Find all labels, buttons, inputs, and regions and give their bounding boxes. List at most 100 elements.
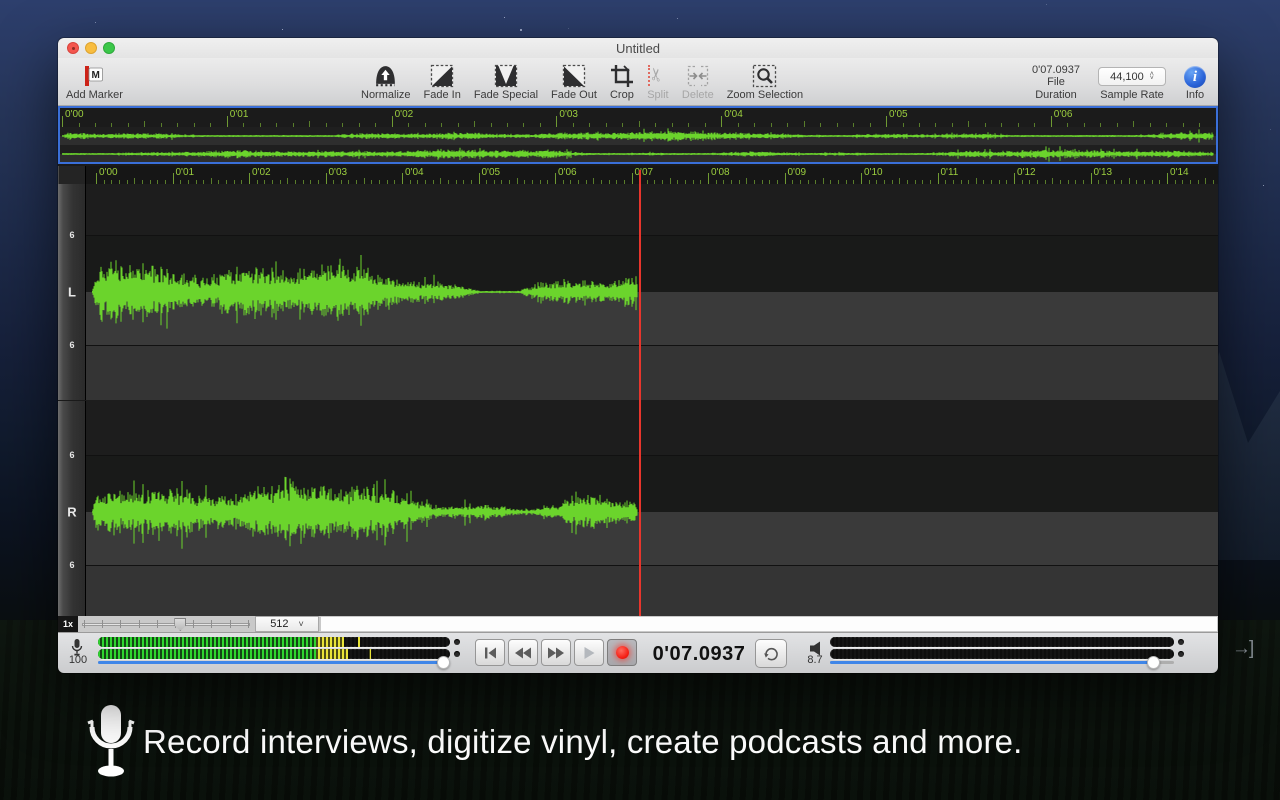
loop-button[interactable] [755, 639, 787, 668]
playhead-time-display: 0'07.0937 [643, 643, 755, 666]
zoom-slider[interactable] [80, 616, 252, 632]
ruler-label: 0'01 [176, 167, 195, 178]
zoom-selection-label: Zoom Selection [727, 89, 803, 101]
fade-in-label: Fade In [424, 89, 461, 101]
go-to-start-button[interactable] [475, 639, 505, 666]
ruler-label: 0'03 [329, 167, 348, 178]
clip-indicator [454, 651, 460, 657]
fade-special-icon [494, 61, 518, 88]
ruler-label: 0'02 [395, 109, 414, 120]
duration-readout: 0'07.0937 File Duration [1032, 64, 1080, 101]
add-marker-label: Add Marker [66, 89, 123, 101]
sample-rate-value: 44,100 [1110, 71, 1144, 83]
clip-indicator [1178, 651, 1184, 657]
output-volume-slider-thumb[interactable] [1147, 656, 1160, 669]
ruler-label: 0'08 [711, 167, 730, 178]
magnifier-icon [752, 61, 777, 88]
right-scale-bottom: 6 [58, 560, 86, 570]
left-channel-label: L [58, 285, 86, 300]
info-button[interactable]: i Info [1184, 61, 1206, 101]
clip-indicator [1178, 639, 1184, 645]
normalize-icon [373, 61, 398, 88]
crop-button[interactable]: Crop [610, 61, 634, 101]
sample-rate-select[interactable]: 44,100 ˄˅ [1098, 67, 1166, 86]
crop-label: Crop [610, 89, 634, 101]
fade-in-button[interactable]: Fade In [424, 61, 461, 101]
left-scale-bottom: 6 [58, 340, 86, 350]
ruler-label: 0'09 [788, 167, 807, 178]
split-scissors-icon: ✂ [647, 61, 669, 88]
input-gain-slider-thumb[interactable] [437, 656, 450, 669]
clip-indicator [454, 639, 460, 645]
fade-out-label: Fade Out [551, 89, 597, 101]
window-title: Untitled [58, 41, 1218, 56]
channel-gutter: 6 L 6 6 R 6 [58, 184, 86, 616]
add-marker-button[interactable]: M Add Marker [66, 61, 123, 101]
desktop-arrow-glyph: →] [1232, 638, 1252, 660]
caption-text: Record interviews, digitize vinyl, creat… [143, 723, 1023, 761]
info-icon: i [1184, 66, 1206, 88]
playhead-cursor[interactable] [639, 170, 641, 616]
right-channel-label: R [58, 505, 86, 520]
svg-text:M: M [92, 70, 100, 81]
output-volume-slider[interactable] [830, 656, 1174, 669]
zoom-selection-button[interactable]: Zoom Selection [727, 61, 803, 101]
delete-button[interactable]: Delete [682, 61, 714, 101]
ruler-label: 0'06 [558, 167, 577, 178]
control-bar: 100 0'07.0937 [58, 632, 1218, 673]
input-level-meter-left [98, 637, 450, 647]
left-scale-top: 6 [58, 230, 86, 240]
ruler-label: 0'13 [1094, 167, 1113, 178]
marker-flag-icon: M [83, 61, 105, 88]
zoom-slider-thumb[interactable] [174, 618, 186, 631]
fade-special-button[interactable]: Fade Special [474, 61, 538, 101]
ruler-label: 0'03 [559, 109, 578, 120]
ruler-label: 0'01 [230, 109, 249, 120]
chevron-down-icon: ˅ [299, 619, 304, 629]
zoom-factor-badge: 1x [58, 616, 78, 632]
normalize-label: Normalize [361, 89, 411, 101]
file-duration-value: 0'07.0937 [1032, 64, 1080, 76]
ruler-label: 0'02 [252, 167, 271, 178]
overview-waveform-right [62, 146, 1214, 162]
overview-timeline[interactable]: 0'000'010'020'030'040'050'06 [58, 106, 1218, 164]
loop-icon [763, 646, 780, 662]
info-label: Info [1186, 89, 1204, 101]
rewind-button[interactable] [508, 639, 538, 666]
ruler-label: 0'00 [99, 167, 118, 178]
record-button[interactable] [607, 639, 637, 666]
marketing-caption: Record interviews, digitize vinyl, creat… [0, 695, 1280, 785]
ruler-corner [58, 166, 86, 184]
normalize-button[interactable]: Normalize [361, 61, 411, 101]
sample-rate-control: 44,100 ˄˅ Sample Rate [1098, 67, 1166, 101]
sample-rate-label: Sample Rate [1100, 89, 1164, 101]
horizontal-scrollbar[interactable] [320, 616, 1218, 632]
app-window: Untitled M Add Marker [58, 38, 1218, 673]
fast-forward-button[interactable] [541, 639, 571, 666]
input-gain-slider[interactable] [98, 656, 450, 669]
toolbar: M Add Marker Normalize [58, 58, 1218, 106]
ruler-label: 0'05 [889, 109, 908, 120]
right-scale-top: 6 [58, 450, 86, 460]
time-ruler[interactable]: 0'000'010'020'030'040'050'060'070'080'09… [86, 166, 1218, 184]
resolution-select[interactable]: 512 ˅ [255, 616, 319, 632]
overview-ruler: 0'000'010'020'030'040'050'06 [60, 108, 1216, 127]
duration-label: Duration [1035, 89, 1077, 101]
fade-out-icon [562, 61, 586, 88]
ruler-label: 0'05 [482, 167, 501, 178]
zoom-row: 1x 512 ˅ [58, 616, 1218, 632]
overview-waveform-left [62, 128, 1214, 144]
ruler-label: 0'11 [941, 167, 959, 178]
right-channel-waveform [92, 400, 638, 616]
ruler-label: 0'06 [1054, 109, 1073, 120]
ruler-label: 0'12 [1017, 167, 1036, 178]
record-dot-icon [616, 646, 629, 659]
ruler-label: 0'04 [405, 167, 424, 178]
titlebar[interactable]: Untitled [58, 38, 1218, 58]
play-button[interactable] [574, 639, 604, 666]
output-level-value: 8.7 [800, 654, 830, 666]
split-button[interactable]: ✂ Split [647, 61, 669, 101]
fade-out-button[interactable]: Fade Out [551, 61, 597, 101]
waveform-canvas[interactable] [86, 184, 1218, 616]
delete-icon [686, 61, 710, 88]
